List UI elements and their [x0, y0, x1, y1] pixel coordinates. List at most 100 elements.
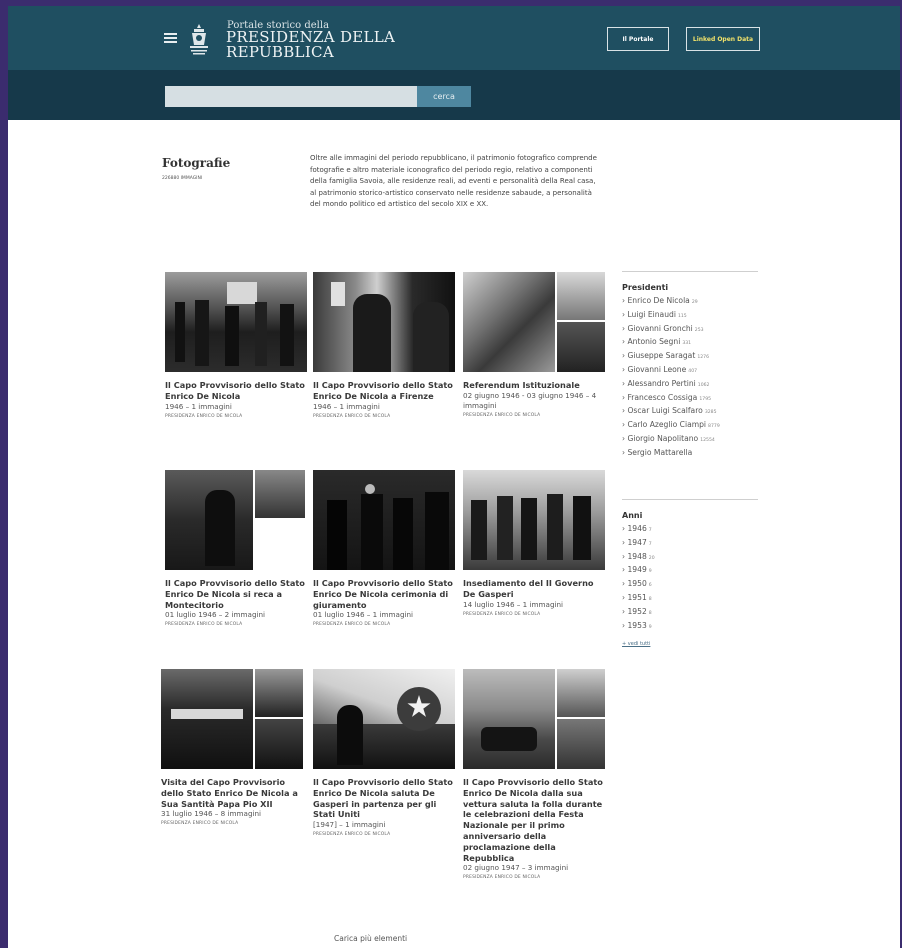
year-filter-item[interactable]: › 1951 8 [622, 592, 758, 606]
card-thumbnail[interactable] [313, 669, 455, 769]
president-filter-item[interactable]: › Giovanni Leone 407 [622, 364, 758, 378]
card-thumbnail[interactable] [313, 272, 455, 372]
card-meta: 01 luglio 1946 – 1 immagini [313, 610, 414, 620]
president-filter-item-count: 407 [688, 368, 698, 374]
card-thumbnail[interactable] [463, 470, 605, 570]
president-filter-item[interactable]: › Enrico De Nicola 29 [622, 295, 758, 309]
card-thumbnail[interactable] [161, 669, 303, 769]
president-filter-item-count: 1276 [697, 355, 710, 361]
president-filter-item[interactable]: › Giorgio Napolitano 12554 [622, 433, 758, 447]
president-filter-item[interactable]: › Sergio Mattarella [622, 447, 758, 461]
card-thumbnail[interactable] [165, 272, 307, 372]
logo-title-line2: REPUBBLICA [226, 43, 334, 61]
linked-open-data-button[interactable]: Linked Open Data [686, 27, 760, 51]
card-thumbnail[interactable] [313, 470, 455, 570]
year-filter-item[interactable]: › 1950 6 [622, 578, 758, 592]
year-filter-item-label: 1948 [627, 551, 647, 561]
hamburger-menu-icon[interactable] [164, 33, 177, 43]
card-meta: 1946 – 1 immagini [165, 401, 232, 411]
card-thumbnail[interactable] [463, 272, 605, 372]
image-count: 226880 IMMAGINI [162, 176, 203, 181]
card-collection: PRESIDENZA ENRICO DE NICOLA [165, 622, 243, 628]
card-title[interactable]: Visita del Capo Provvisorio dello Stato … [161, 777, 303, 809]
president-filter-item-label: Carlo Azeglio Ciampi [627, 420, 707, 430]
search-input[interactable] [165, 86, 417, 107]
search-button[interactable]: cerca [417, 86, 471, 107]
gallery-card[interactable]: Il Capo Provvisorio dello Stato Enrico D… [313, 272, 455, 419]
card-title[interactable]: Referendum Istituzionale [463, 380, 605, 391]
president-filter-item-label: Sergio Mattarella [627, 447, 693, 457]
president-filter-item-count: 3285 [704, 410, 717, 416]
card-title[interactable]: Il Capo Provvisorio dello Stato Enrico D… [165, 380, 307, 402]
gallery-card[interactable]: Il Capo Provvisorio dello Stato Enrico D… [165, 272, 307, 419]
president-filter-item-label: Francesco Cossiga [627, 392, 698, 402]
president-filter-item[interactable]: › Giovanni Gronchi 253 [622, 323, 758, 337]
logo-title[interactable]: PRESIDENZA DELLA REPUBBLICA [226, 30, 395, 60]
card-meta: 14 luglio 1946 – 1 immagini [463, 599, 564, 609]
president-filter-item-count: 115 [677, 313, 687, 319]
card-title[interactable]: Il Capo Provvisorio dello Stato Enrico D… [463, 777, 605, 863]
anni-filter: Anni › 1946 7 › 1947 7 › 1948 20 › 1949 9 › 1950… [622, 499, 758, 647]
year-filter-item[interactable]: › 1948 20 [622, 551, 758, 565]
card-thumbnail[interactable] [463, 669, 605, 769]
president-filter-item-count: 29 [691, 300, 698, 305]
card-title[interactable]: Il Capo Provvisorio dello Stato Enrico D… [313, 777, 455, 820]
president-filter-item[interactable]: › Carlo Azeglio Ciampi 8779 [622, 419, 758, 433]
gallery-card[interactable]: Insediamento del II Governo De Gasperi 1… [463, 470, 605, 617]
anni-title: Anni [622, 511, 643, 520]
card-thumbnail[interactable] [165, 470, 307, 570]
card-collection: PRESIDENZA ENRICO DE NICOLA [313, 622, 391, 628]
card-meta: 31 luglio 1946 – 8 immagini [161, 809, 262, 819]
card-meta: 02 giugno 1946 - 03 giugno 1946 – 4 imma… [463, 390, 597, 410]
gallery-card[interactable]: Il Capo Provvisorio dello Stato Enrico D… [313, 470, 455, 627]
year-filter-item-count: 8 [648, 610, 652, 616]
card-collection: PRESIDENZA ENRICO DE NICOLA [463, 611, 541, 617]
president-filter-item[interactable]: › Francesco Cossiga 1795 [622, 392, 758, 406]
card-collection: PRESIDENZA ENRICO DE NICOLA [313, 832, 391, 838]
president-filter-item-count: 8779 [708, 424, 720, 430]
president-filter-item[interactable]: › Giuseppe Saragat 1276 [622, 350, 758, 364]
president-filter-item-label: Alessandro Pertini [627, 378, 696, 388]
president-filter-item[interactable]: › Luigi Einaudi 115 [622, 309, 758, 323]
search-bar: cerca [8, 70, 900, 120]
year-filter-item[interactable]: › 1953 9 [622, 620, 758, 634]
gallery-card[interactable]: Il Capo Provvisorio dello Stato Enrico D… [313, 669, 455, 837]
year-filter-item[interactable]: › 1946 7 [622, 523, 758, 537]
load-more-button[interactable]: Carica più elementi [334, 934, 407, 943]
president-filter-item-count: 1062 [697, 382, 710, 388]
card-title[interactable]: Il Capo Provvisorio dello Stato Enrico D… [313, 380, 455, 402]
year-filter-item-label: 1951 [627, 592, 647, 602]
year-filter-item-count: 7 [648, 541, 652, 547]
card-title[interactable]: Il Capo Provvisorio dello Stato Enrico D… [313, 578, 455, 610]
president-filter-item[interactable]: › Oscar Luigi Scalfaro 3285 [622, 405, 758, 419]
gallery-card[interactable]: Il Capo Provvisorio dello Stato Enrico D… [165, 470, 307, 627]
portale-button[interactable]: Il Portale [607, 27, 669, 51]
year-filter-item[interactable]: › 1947 7 [622, 537, 758, 551]
section-description: Oltre alle immagini del periodo repubbli… [310, 154, 597, 209]
year-filter-item-label: 1953 [627, 620, 647, 630]
gallery-card[interactable]: Referendum Istituzionale 02 giugno 1946 … [463, 272, 605, 418]
card-title[interactable]: Insediamento del II Governo De Gasperi [463, 578, 605, 600]
president-filter-item[interactable]: › Alessandro Pertini 1062 [622, 378, 758, 392]
year-filter-item-count: 7 [648, 528, 652, 533]
president-filter-item-label: Luigi Einaudi [627, 309, 676, 319]
year-filter-item-count: 9 [648, 624, 652, 630]
gallery-card[interactable]: Il Capo Provvisorio dello Stato Enrico D… [463, 669, 605, 880]
card-collection: PRESIDENZA ENRICO DE NICOLA [463, 875, 541, 881]
president-filter-item-label: Oscar Luigi Scalfaro [627, 406, 703, 416]
card-collection: PRESIDENZA ENRICO DE NICOLA [165, 413, 243, 419]
card-meta: 01 luglio 1946 – 2 immagini [165, 610, 266, 620]
president-filter-item-label: Giovanni Gronchi [627, 323, 693, 333]
gallery-card[interactable]: Visita del Capo Provvisorio dello Stato … [161, 669, 303, 826]
year-filter-item[interactable]: › 1949 9 [622, 564, 758, 578]
card-title[interactable]: Il Capo Provvisorio dello Stato Enrico D… [165, 578, 307, 610]
president-filter-item-label: Giuseppe Saragat [627, 351, 696, 361]
section-title: Fotografie [162, 156, 231, 170]
year-filter-item-label: 1949 [627, 565, 647, 575]
card-meta: [1947] – 1 immagini [313, 820, 386, 830]
card-collection: PRESIDENZA ENRICO DE NICOLA [463, 412, 541, 418]
president-filter-item[interactable]: › Antonio Segni 331 [622, 336, 758, 350]
emblem-logo-icon[interactable] [189, 23, 209, 57]
see-all-link[interactable]: + vedi tutti [622, 641, 758, 647]
year-filter-item[interactable]: › 1952 8 [622, 606, 758, 620]
